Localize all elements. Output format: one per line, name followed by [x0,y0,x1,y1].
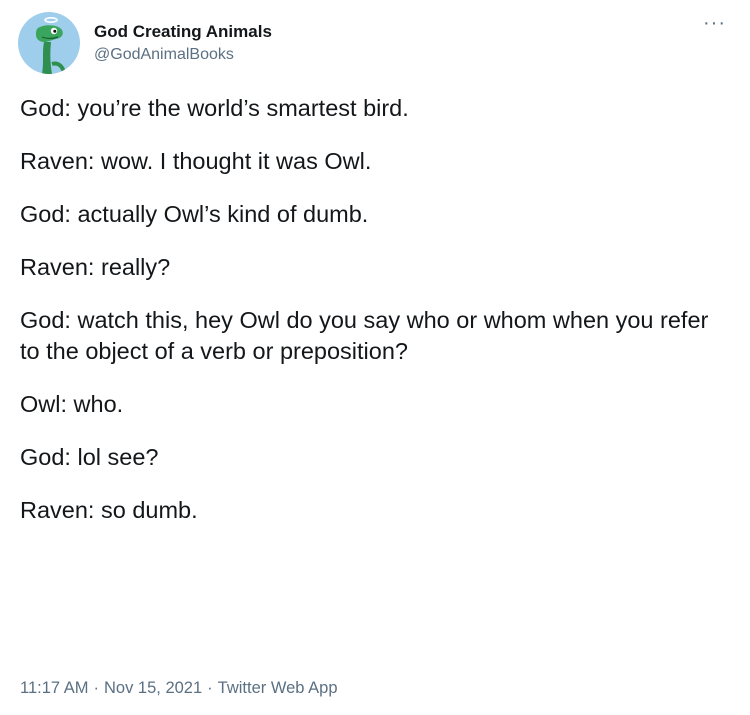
more-options-button[interactable]: ··· [703,13,726,33]
account-names: God Creating Animals @GodAnimalBooks [94,22,272,64]
tweet-meta: 11:17 AM · Nov 15, 2021 · Twitter Web Ap… [20,679,338,698]
tweet-line: God: you’re the world’s smartest bird. [20,95,409,121]
tweet-line: God: actually Owl’s kind of dumb. [20,201,369,227]
tweet-line: Raven: really? [20,254,171,280]
display-name[interactable]: God Creating Animals [94,22,272,42]
avatar[interactable] [18,12,80,74]
meta-separator: · [207,679,213,697]
ellipsis-icon: ··· [703,12,726,34]
tweet-header: God Creating Animals @GodAnimalBooks [18,12,272,74]
tweet-card: God Creating Animals @GodAnimalBooks ···… [0,0,750,715]
tweet-source[interactable]: Twitter Web App [218,679,338,698]
tweet-time[interactable]: 11:17 AM [20,679,89,698]
meta-separator: · [93,679,100,697]
tweet-line: God: watch this, hey Owl do you say who … [20,307,709,364]
tweet-line: Raven: wow. I thought it was Owl. [20,148,372,174]
tweet-line: Owl: who. [20,391,124,417]
tweet-date[interactable]: Nov 15, 2021 [104,679,202,698]
account-handle[interactable]: @GodAnimalBooks [94,46,272,64]
tweet-line: God: lol see? [20,444,159,470]
tweet-body: God: you’re the world’s smartest bird. R… [20,93,730,548]
green-dinosaur-avatar-icon [36,17,66,74]
tweet-line: Raven: so dumb. [20,497,198,523]
